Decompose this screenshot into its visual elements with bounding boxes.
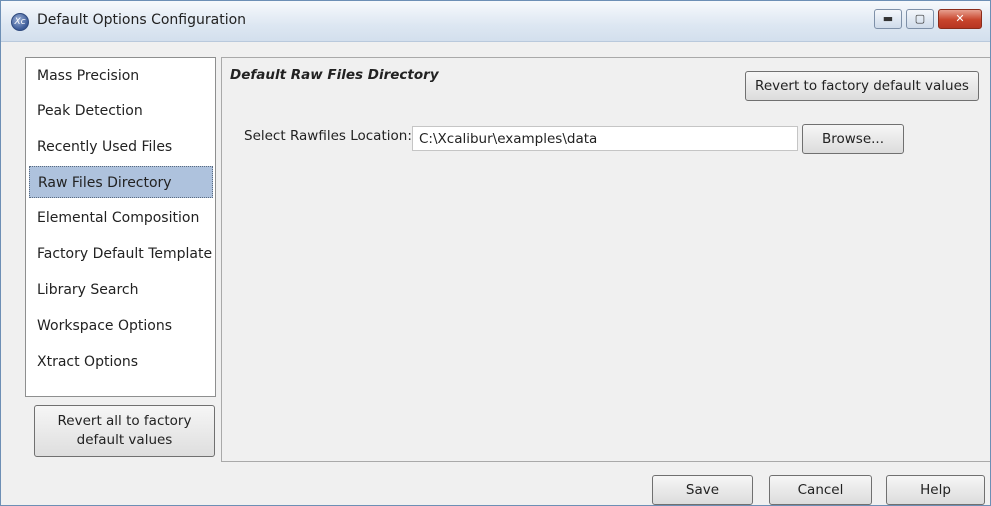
sidebar-item-factory-default-template[interactable]: Factory Default Template — [29, 238, 213, 270]
sidebar-item-peak-detection[interactable]: Peak Detection — [29, 95, 213, 127]
help-button[interactable]: Help — [886, 475, 985, 505]
cancel-button[interactable]: Cancel — [769, 475, 872, 505]
sidebar-item-mass-precision[interactable]: Mass Precision — [29, 60, 213, 92]
minimize-icon[interactable]: ▬ — [874, 9, 902, 29]
save-button[interactable]: Save — [652, 475, 753, 505]
sidebar-item-raw-files-directory[interactable]: Raw Files Directory — [29, 166, 213, 198]
close-icon[interactable]: ✕ — [938, 9, 982, 29]
app-logo-icon: Xc — [11, 13, 29, 31]
title-bar[interactable]: Xc Default Options Configuration ▬ ▢ ✕ — [1, 1, 990, 42]
sidebar-item-recently-used-files[interactable]: Recently Used Files — [29, 131, 213, 163]
panel-divider — [221, 57, 222, 462]
rawfiles-location-label: Select Rawfiles Location: — [244, 128, 412, 144]
maximize-icon[interactable]: ▢ — [906, 9, 934, 29]
sidebar-item-elemental-composition[interactable]: Elemental Composition — [29, 202, 213, 234]
settings-panel — [221, 57, 990, 462]
section-title: Default Raw Files Directory — [230, 67, 439, 83]
window-controls: ▬ ▢ ✕ — [874, 9, 982, 29]
options-category-list: Mass Precision Peak Detection Recently U… — [25, 57, 216, 397]
options-window: Xc Default Options Configuration ▬ ▢ ✕ M… — [0, 0, 991, 506]
browse-button[interactable]: Browse... — [802, 124, 904, 154]
revert-all-button[interactable]: Revert all to factory default values — [34, 405, 215, 457]
sidebar-item-xtract-options[interactable]: Xtract Options — [29, 346, 213, 378]
sidebar-item-workspace-options[interactable]: Workspace Options — [29, 310, 213, 342]
window-title: Default Options Configuration — [37, 12, 247, 28]
revert-factory-defaults-button[interactable]: Revert to factory default values — [745, 71, 979, 101]
sidebar-item-library-search[interactable]: Library Search — [29, 274, 213, 306]
rawfiles-location-input[interactable] — [412, 126, 798, 151]
